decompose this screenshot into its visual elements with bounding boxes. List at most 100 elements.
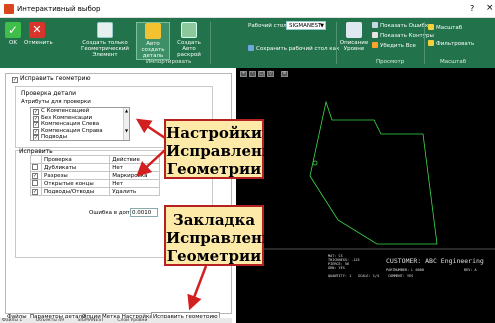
ribbon-separator (210, 22, 211, 64)
cad-partnumber: PARTNUMBER: L 6000 (386, 268, 424, 272)
status-workspace: SIGMANEST (77, 318, 104, 323)
cancel-label: Отменить (24, 40, 53, 46)
window-title: Интерактивный выбор (17, 5, 101, 13)
show-errors-button[interactable]: Показать Ошибки (372, 22, 432, 29)
ribbon-toolbar: ✓ OK ✕ Отменить Создать только Геометрич… (0, 18, 495, 68)
fix-table: Проверка Действие Дубликаты Нет ✓ Разрез… (30, 155, 160, 196)
row-checkbox[interactable]: ✓ (30, 187, 42, 196)
part-hole (312, 160, 318, 166)
cad-comment: COMMENT: YES (388, 274, 414, 278)
scale-button[interactable]: Масштаб (428, 24, 462, 31)
row-action[interactable]: Нет (109, 163, 160, 172)
save-workspace-button[interactable]: Сохранить рабочий стол как (248, 45, 339, 52)
help-button[interactable]: ? (470, 4, 474, 13)
settings-callout: Настройки Исправления Геометрии (164, 119, 284, 179)
cad-quantity: QUANTITY: 1 (328, 274, 352, 278)
create-geometric-button[interactable]: Создать только Геометрический Элемент (76, 22, 134, 60)
ribbon-separator (336, 22, 337, 64)
checkbox-checked-icon: ✓ (32, 173, 38, 179)
table-row[interactable]: ✓ Подводы/Отводы Удалить (30, 187, 160, 196)
close-button[interactable]: × (486, 3, 494, 13)
attribute-label: С Компенсацией (41, 108, 90, 114)
row-action[interactable]: Нет (109, 179, 160, 188)
table-row[interactable]: Открытые концы Нет (30, 179, 160, 188)
row-check: Дубликаты (40, 163, 111, 172)
row-action[interactable]: Удалить (109, 187, 160, 196)
header-action: Действие (109, 155, 160, 164)
levels-icon (346, 22, 362, 38)
fix-geometry-toggle[interactable]: ✓ Исправить геометрию (12, 75, 91, 83)
app-icon (4, 4, 14, 14)
header-check: Проверка (40, 155, 111, 164)
part-outline (309, 100, 438, 245)
status-files: Файлы 1 (2, 318, 23, 323)
attribute-item[interactable]: ✓ Подводы (31, 134, 129, 140)
row-check: Разрезы (40, 171, 111, 180)
checkbox-empty-icon (32, 180, 38, 186)
row-check: Подводы/Отводы (40, 187, 111, 196)
remove-icon (372, 42, 378, 48)
ok-button[interactable]: ✓ OK (4, 22, 22, 60)
cad-canvas[interactable]: + - □ ◊ ≡ MAT: CS THICKNESS: .125 PIERCE… (236, 68, 495, 323)
filter-icon (428, 40, 434, 46)
cad-grain: GRN: YES (328, 266, 345, 270)
remove-all-button[interactable]: Убедить Все (372, 42, 416, 49)
description-levels-label: Описание Уровне (339, 40, 369, 52)
workspace-label: Рабочий стол (248, 23, 287, 29)
errors-icon (372, 22, 378, 28)
show-contours-label: Показать Контуры (380, 33, 434, 39)
header-empty (30, 155, 42, 164)
cad-drawing (236, 100, 495, 250)
checkmark-icon: ✓ (5, 22, 21, 38)
fix-geometry-label: Исправить геометрию (20, 75, 91, 82)
nest-icon (181, 22, 197, 38)
attribute-label: Без Компенсации (41, 114, 93, 121)
attributes-list[interactable]: ✓ С Компенсацией ✓ Без Компенсации ✓ Компен… (30, 107, 130, 141)
workspace-value: SIGMANEST (289, 23, 322, 29)
attribute-label: Компенсация Справа (41, 127, 103, 134)
auto-create-part-button[interactable]: Авто создать деталь (136, 22, 170, 60)
view-group-label: Просмотр (376, 59, 405, 65)
ribbon-separator (424, 22, 425, 64)
create-geometric-label: Создать только Геометрический Элемент (80, 40, 130, 58)
create-auto-nest-label: Создать Авто раскрой (177, 40, 201, 58)
attributes-label: Атрибуты для проверки (21, 99, 91, 105)
scale-group-label: Масштаб (440, 59, 467, 65)
auto-create-part-label: Авто создать деталь (141, 41, 165, 59)
row-checkbox[interactable] (30, 179, 42, 188)
status-objects: Объекты 49 (35, 318, 65, 323)
scroll-down-icon: ▼ (124, 128, 129, 133)
part-icon (145, 23, 161, 39)
row-checkbox[interactable] (30, 163, 42, 172)
description-levels-button[interactable]: Описание Уровне (338, 22, 370, 60)
workspace-select[interactable]: SIGMANEST ▼ (286, 21, 326, 30)
save-workspace-label: Сохранить рабочий стол как (256, 46, 340, 52)
row-checkbox[interactable]: ✓ (30, 171, 42, 180)
fix-section-title: Исправить (19, 148, 53, 155)
fix-table-header: Проверка Действие (30, 155, 160, 164)
remove-all-label: Убедить Все (380, 43, 416, 49)
checkbox-empty-icon (32, 164, 38, 170)
zoom-icon (428, 24, 434, 30)
chevron-down-icon: ▼ (320, 23, 324, 29)
create-auto-nest-button[interactable]: Создать Авто раскрой (172, 22, 206, 60)
tab-callout: Закладка Исправление Геометрии (164, 205, 283, 266)
cad-scale: SCALE: 1/4 (358, 274, 380, 278)
cancel-x-icon: ✕ (29, 22, 45, 38)
filter-button[interactable]: Фильтровать (428, 40, 474, 47)
attribute-label: Компенсация Слева (41, 121, 100, 127)
filter-label: Фильтровать (436, 41, 475, 47)
ok-label: OK (9, 40, 17, 46)
cancel-button[interactable]: ✕ Отменить (24, 22, 53, 60)
tolerance-input[interactable]: 0.0010 (130, 208, 158, 217)
status-layers: Слои Уровни (117, 318, 148, 323)
cad-customer: CUSTOMER: ABC Engineering (386, 257, 484, 265)
row-action[interactable]: Маркировка (109, 171, 160, 180)
part-check-title: Проверка детали (21, 90, 76, 97)
table-row[interactable]: Дубликаты Нет (30, 163, 160, 172)
cad-rev: REV: A (464, 268, 477, 272)
contours-icon (372, 32, 378, 38)
checkbox-checked-icon: ✓ (12, 77, 18, 83)
attributes-scrollbar[interactable]: ▲ ▼ (123, 108, 129, 140)
table-row[interactable]: ✓ Разрезы Маркировка (30, 171, 160, 180)
